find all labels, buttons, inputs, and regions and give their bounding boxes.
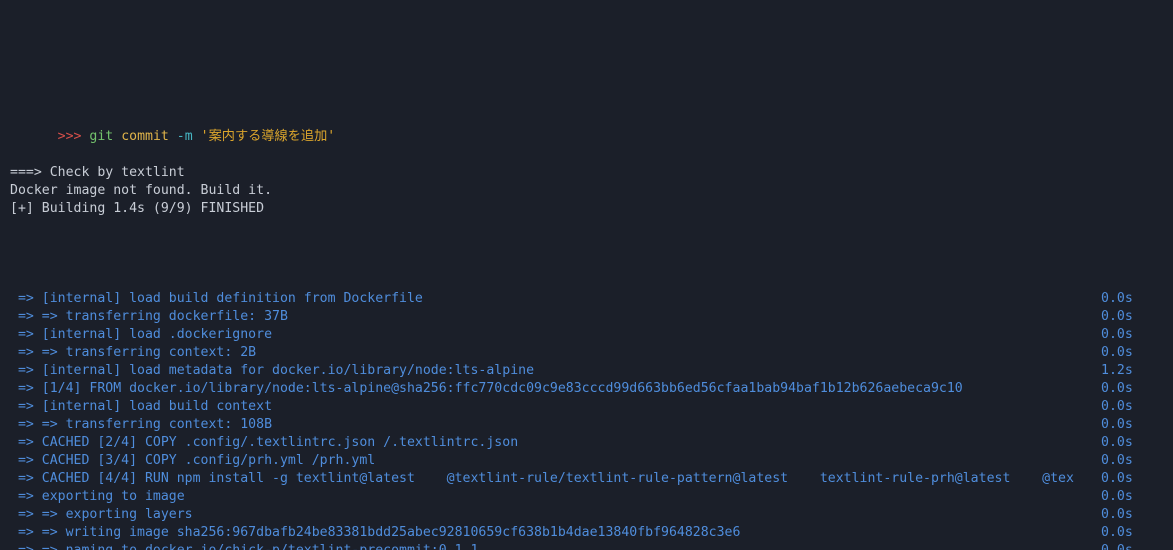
output-line-text: [+] Building 1.4s (9/9) FINISHED [10,201,265,216]
buildkit-step-duration: 0.0s [1101,435,1133,450]
buildkit-step-duration: 0.0s [1101,507,1133,522]
buildkit-step-text: => CACHED [2/4] COPY .config/.textlintrc… [10,435,519,450]
buildkit-step-duration: 0.0s [1101,327,1133,342]
buildkit-step-text: => exporting to image [10,489,185,504]
output-line-text: ===> Check by textlint [10,165,185,180]
prompt-line: >>> git commit -m '案内する導線を追加' [0,74,1173,144]
pre-build-output: ===> Check by textlint Docker image not f… [0,164,1173,218]
buildkit-step-text: => [1/4] FROM docker.io/library/node:lts… [10,381,963,396]
command-subcommand: commit [121,129,169,144]
buildkit-step-duration: 0.0s [1101,291,1133,306]
buildkit-step-text: => => writing image sha256:967dbafb24be8… [10,525,741,540]
buildkit-step-duration: 1.2s [1101,363,1133,378]
buildkit-step-text: => => transferring context: 108B [10,417,273,432]
buildkit-step: => [internal] load build context 0.0s [0,398,1173,416]
buildkit-step-list: => [internal] load build definition from… [0,290,1173,550]
buildkit-step-duration: 0.0s [1101,345,1133,360]
buildkit-step-text: => => exporting layers [10,507,193,522]
command-flag: -m [176,129,193,144]
buildkit-step: => CACHED [4/4] RUN npm install -g textl… [0,470,1173,488]
buildkit-step-text: => => transferring context: 2B [10,345,257,360]
commit-message: '案内する導線を追加' [200,129,336,144]
buildkit-step: => [internal] load .dockerignore 0.0s [0,326,1173,344]
buildkit-step-text: => [internal] load build definition from… [10,291,423,306]
command-name: git [89,129,114,144]
prompt-symbol: >>> [57,129,82,144]
buildkit-step-duration: 0.0s [1101,471,1133,486]
buildkit-step-duration: 0.0s [1101,542,1173,550]
terminal-window[interactable]: >>> git commit -m '案内する導線を追加' ===> Check… [0,0,1173,550]
buildkit-step: => => naming to docker.io/chick-p/textli… [0,542,1173,550]
buildkit-step-text: => [internal] load build context [10,399,273,414]
buildkit-step-duration: 0.0s [1101,417,1133,432]
output-line: ===> Check by textlint [0,164,1173,182]
buildkit-step-text: => => naming to docker.io/chick-p/textli… [0,542,1173,550]
buildkit-step: => => transferring dockerfile: 37B 0.0s [0,308,1173,326]
buildkit-step-text: => CACHED [3/4] COPY .config/prh.yml /pr… [10,453,376,468]
buildkit-step-text: => CACHED [4/4] RUN npm install -g textl… [10,471,1074,486]
buildkit-step: => [internal] load metadata for docker.i… [0,362,1173,380]
output-line-text: Docker image not found. Build it. [10,183,273,198]
buildkit-step: => => transferring context: 2B 0.0s [0,344,1173,362]
buildkit-step-duration: 0.0s [1101,489,1133,504]
buildkit-step: => => writing image sha256:967dbafb24be8… [0,524,1173,542]
buildkit-step-duration: 0.0s [1101,399,1133,414]
output-line: Docker image not found. Build it. [0,182,1173,200]
buildkit-step-text: => => transferring dockerfile: 37B [10,309,288,324]
buildkit-step: => => transferring context: 108B 0.0s [0,416,1173,434]
buildkit-step: => CACHED [3/4] COPY .config/prh.yml /pr… [0,452,1173,470]
buildkit-step-text: => [internal] load .dockerignore [10,327,273,342]
buildkit-step: => => exporting layers 0.0s [0,506,1173,524]
buildkit-step-duration: 0.0s [1101,525,1133,540]
buildkit-step: => exporting to image 0.0s [0,488,1173,506]
buildkit-step-duration: 0.0s [1101,309,1133,324]
buildkit-step-text: => [internal] load metadata for docker.i… [10,363,535,378]
buildkit-step: => CACHED [2/4] COPY .config/.textlintrc… [0,434,1173,452]
buildkit-step-duration: 0.0s [1101,453,1133,468]
buildkit-step-duration: 0.0s [1101,381,1133,396]
buildkit-step: => [internal] load build definition from… [0,290,1173,308]
buildkit-step: => [1/4] FROM docker.io/library/node:lts… [0,380,1173,398]
output-line: [+] Building 1.4s (9/9) FINISHED [0,200,1173,218]
